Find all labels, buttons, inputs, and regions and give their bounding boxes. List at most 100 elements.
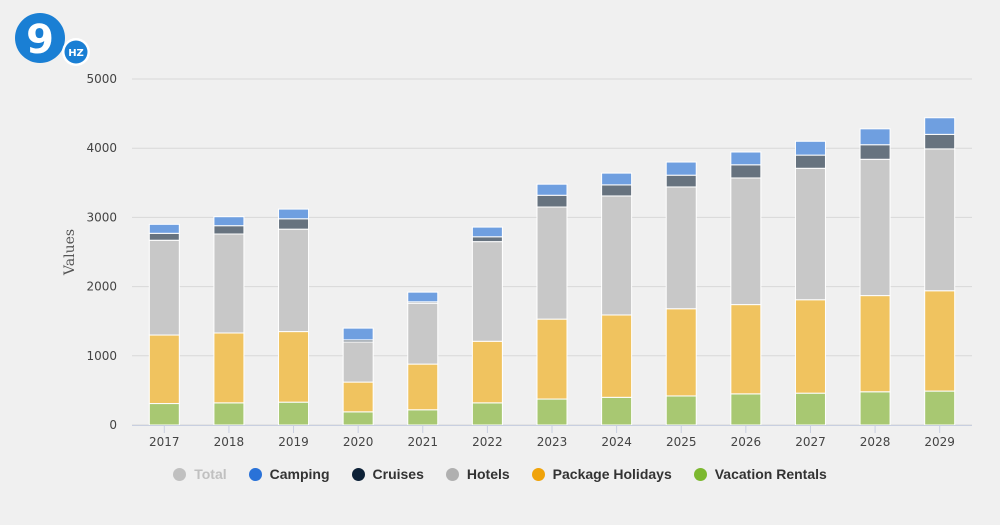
bar-segment-package-holidays[interactable]	[730, 304, 762, 395]
x-tick-label: 2023	[537, 435, 568, 449]
bar-segment-package-holidays[interactable]	[342, 381, 374, 413]
bar-segment-hotels[interactable]	[536, 206, 568, 320]
bar-segment-cruises[interactable]	[859, 144, 891, 160]
bar-segment-cruises[interactable]	[601, 184, 633, 197]
bar-stack-2017	[148, 223, 180, 426]
bar-segment-cruises[interactable]	[213, 225, 245, 235]
legend-label: Cruises	[372, 466, 424, 482]
bar-stack-2029	[924, 117, 956, 426]
bar-segment-package-holidays[interactable]	[148, 334, 180, 405]
bar-segment-vacation-rentals[interactable]	[148, 403, 180, 426]
bar-segment-cruises[interactable]	[924, 133, 956, 150]
bar-segment-camping[interactable]	[924, 117, 956, 135]
legend-item-total[interactable]: Total	[173, 466, 227, 482]
bar-segment-camping[interactable]	[859, 128, 891, 146]
bar-segment-hotels[interactable]	[665, 186, 697, 310]
x-tick-label: 2017	[149, 435, 180, 449]
bar-segment-hotels[interactable]	[213, 233, 245, 334]
legend-item-package-holidays[interactable]: Package Holidays	[531, 466, 672, 482]
bar-segment-cruises[interactable]	[471, 236, 503, 243]
bar-segment-hotels[interactable]	[924, 148, 956, 292]
legend-marker-icon	[693, 467, 707, 481]
bar-segment-cruises[interactable]	[730, 164, 762, 179]
bar-segment-vacation-rentals[interactable]	[859, 391, 891, 426]
bar-stack-2027	[794, 140, 826, 426]
bar-segment-hotels[interactable]	[407, 302, 439, 365]
legend-item-camping[interactable]: Camping	[248, 466, 330, 482]
bar-segment-package-holidays[interactable]	[278, 331, 310, 403]
bar-segment-hotels[interactable]	[730, 177, 762, 306]
bar-segment-camping[interactable]	[342, 327, 374, 341]
bar-segment-package-holidays[interactable]	[859, 295, 891, 393]
legend-marker-icon	[351, 467, 365, 481]
bar-segment-vacation-rentals[interactable]	[278, 401, 310, 426]
bar-segment-camping[interactable]	[278, 208, 310, 220]
bars	[148, 117, 956, 426]
bar-segment-package-holidays[interactable]	[407, 363, 439, 411]
bar-segment-vacation-rentals[interactable]	[407, 409, 439, 426]
bar-segment-camping[interactable]	[148, 223, 180, 234]
bar-segment-camping[interactable]	[213, 216, 245, 227]
x-tick-label: 2024	[601, 435, 632, 449]
y-tick-label: 3000	[86, 210, 117, 224]
bar-segment-cruises[interactable]	[665, 174, 697, 188]
bar-segment-hotels[interactable]	[471, 241, 503, 342]
bar-segment-hotels[interactable]	[794, 167, 826, 301]
legend-item-hotels[interactable]: Hotels	[445, 466, 510, 482]
bar-stack-2024	[601, 172, 633, 426]
bar-segment-hotels[interactable]	[148, 239, 180, 336]
bar-segment-hotels[interactable]	[859, 158, 891, 297]
bar-segment-vacation-rentals[interactable]	[924, 390, 956, 426]
bar-stack-2020	[342, 327, 374, 426]
stacked-bar-chart: 010002000300040005000 2017 2018 2019 2020 20…	[62, 72, 972, 449]
legend-item-vacation-rentals[interactable]: Vacation Rentals	[693, 466, 827, 482]
bar-segment-vacation-rentals[interactable]	[536, 398, 568, 426]
bar-segment-cruises[interactable]	[148, 232, 180, 241]
bar-segment-camping[interactable]	[730, 151, 762, 166]
bar-segment-package-holidays[interactable]	[924, 290, 956, 392]
bar-segment-package-holidays[interactable]	[536, 318, 568, 400]
bar-segment-vacation-rentals[interactable]	[601, 396, 633, 426]
bar-segment-camping[interactable]	[794, 140, 826, 156]
x-axis: 2017 2018 2019 2020 2021 2022 2023 2024 2025 2026…	[132, 425, 972, 449]
bar-segment-cruises[interactable]	[536, 194, 568, 208]
x-tick-label: 2019	[278, 435, 309, 449]
bar-stack-2028	[859, 128, 891, 426]
y-tick-label: 1000	[86, 349, 117, 363]
bar-segment-camping[interactable]	[601, 172, 633, 186]
legend-label: Camping	[269, 466, 330, 482]
bar-segment-camping[interactable]	[407, 291, 439, 303]
bar-segment-vacation-rentals[interactable]	[213, 402, 245, 426]
legend-label: Package Holidays	[552, 466, 672, 482]
bar-segment-hotels[interactable]	[278, 228, 310, 333]
legend: Total Camping Cruises Hotels Package Holiday…	[0, 466, 1000, 482]
bar-segment-package-holidays[interactable]	[601, 314, 633, 398]
bar-segment-vacation-rentals[interactable]	[730, 393, 762, 426]
bar-segment-cruises[interactable]	[278, 218, 310, 230]
y-axis-title: Values	[62, 229, 78, 276]
bar-segment-camping[interactable]	[471, 226, 503, 238]
bar-segment-hotels[interactable]	[601, 195, 633, 316]
bar-segment-vacation-rentals[interactable]	[794, 392, 826, 426]
bar-segment-cruises[interactable]	[794, 154, 826, 169]
x-tick-label: 2018	[214, 435, 245, 449]
bar-stack-2021	[407, 291, 439, 426]
bar-stack-2023	[536, 183, 568, 426]
bar-segment-camping[interactable]	[665, 161, 697, 176]
bar-segment-package-holidays[interactable]	[471, 340, 503, 404]
bar-segment-vacation-rentals[interactable]	[342, 411, 374, 426]
bar-segment-vacation-rentals[interactable]	[665, 395, 697, 426]
bar-segment-package-holidays[interactable]	[665, 308, 697, 397]
x-tick-label: 2020	[343, 435, 374, 449]
bar-segment-vacation-rentals[interactable]	[471, 402, 503, 426]
bar-segment-package-holidays[interactable]	[794, 299, 826, 394]
legend-item-cruises[interactable]: Cruises	[351, 466, 424, 482]
bar-segment-package-holidays[interactable]	[213, 332, 245, 404]
bar-segment-hotels[interactable]	[342, 341, 374, 383]
y-tick-label: 2000	[86, 280, 117, 294]
bar-segment-camping[interactable]	[536, 183, 568, 196]
y-axis-ticks: 0 1000 2000 3000 4000 5000	[86, 72, 117, 432]
x-tick-label: 2025	[666, 435, 697, 449]
y-tick-label: 4000	[86, 141, 117, 155]
y-tick-label: 0	[109, 418, 117, 432]
